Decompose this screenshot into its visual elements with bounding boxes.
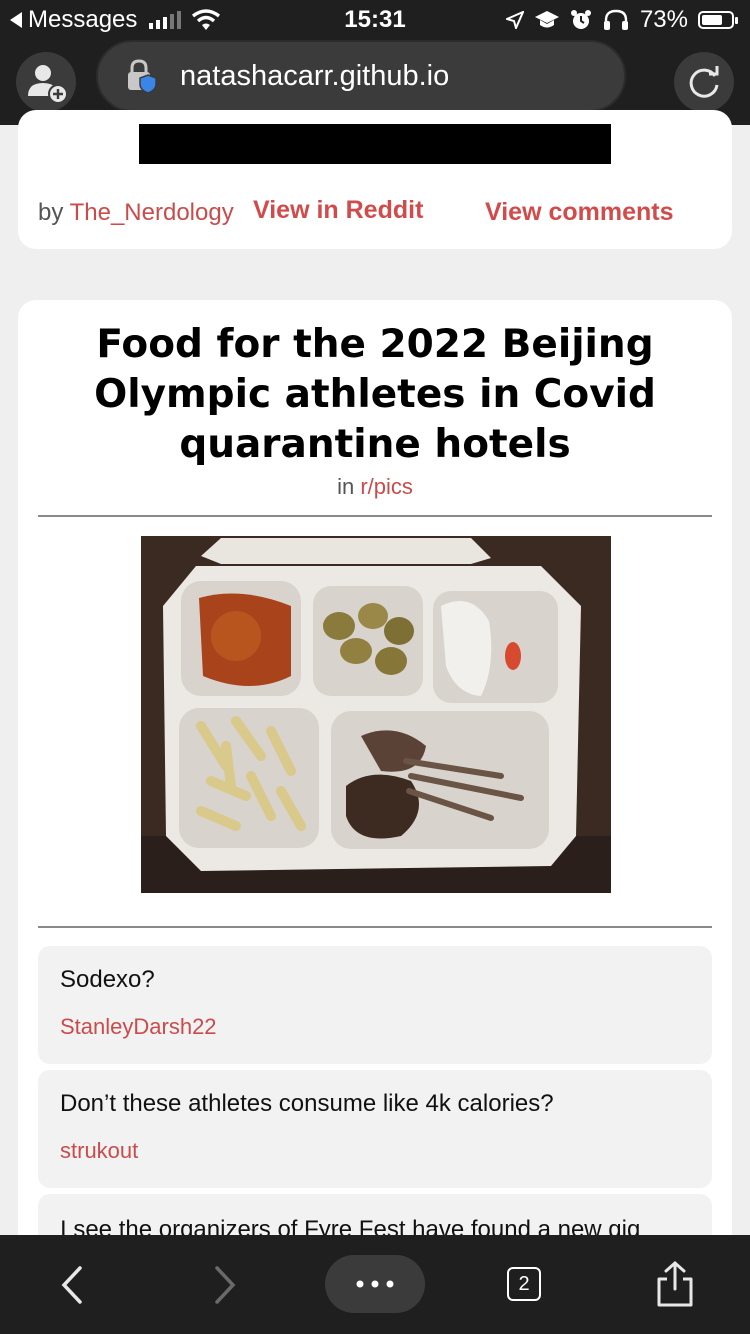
address-bar[interactable]: natashacarr.github.io (96, 40, 626, 112)
post-image[interactable] (141, 536, 611, 893)
status-bar: Messages 15:31 73% (0, 0, 750, 40)
subreddit-link[interactable]: r/pics (360, 474, 413, 499)
add-profile-icon (28, 65, 68, 104)
graduation-cap-icon (534, 11, 559, 28)
alarm-icon (570, 10, 591, 29)
comment-author-link[interactable]: StanleyDarsh22 (60, 1014, 217, 1040)
divider (38, 926, 712, 928)
comment-item: Don’t these athletes consume like 4k cal… (38, 1070, 712, 1188)
reload-button[interactable] (674, 52, 734, 112)
battery-icon (698, 11, 738, 29)
author-link[interactable]: The_Nerdology (70, 199, 234, 226)
by-prefix: by (38, 199, 64, 226)
view-comments-link[interactable]: View comments (485, 198, 674, 227)
battery-percent: 73% (639, 6, 688, 33)
battery-level-fill (702, 15, 722, 25)
previous-post-image (139, 124, 611, 164)
headphones-icon (603, 9, 628, 30)
add-profile-button[interactable] (16, 52, 76, 112)
forward-arrow-icon[interactable] (205, 1260, 245, 1310)
comment-text: Sodexo? (60, 966, 155, 993)
subreddit-line: in r/pics (18, 474, 732, 500)
comment-author-link[interactable]: strukout (60, 1138, 138, 1164)
back-arrow-icon[interactable] (52, 1260, 92, 1310)
in-prefix: in (337, 474, 355, 499)
view-in-reddit-link[interactable]: View in Reddit (253, 196, 423, 225)
post-card: Food for the 2022 Beijing Olympic athlet… (18, 300, 732, 1250)
reload-icon (689, 66, 719, 98)
location-icon (505, 11, 524, 29)
more-icon (356, 1280, 394, 1288)
comment-text: Don’t these athletes consume like 4k cal… (60, 1090, 554, 1117)
previous-post-card: by The_Nerdology View in Reddit View com… (18, 110, 732, 249)
comment-item: Sodexo? StanleyDarsh22 (38, 946, 712, 1064)
share-icon[interactable] (653, 1259, 697, 1309)
post-title: Food for the 2022 Beijing Olympic athlet… (94, 322, 656, 467)
tab-count-label: 2 (518, 1273, 530, 1295)
divider (38, 515, 712, 517)
tabs-button[interactable]: 2 (507, 1267, 541, 1301)
more-button[interactable] (325, 1255, 425, 1313)
lock-shield-icon (128, 59, 157, 93)
url-text: natashacarr.github.io (180, 59, 450, 92)
browser-bottom-toolbar: 2 (0, 1235, 750, 1334)
author-line: by The_Nerdology (38, 199, 234, 227)
